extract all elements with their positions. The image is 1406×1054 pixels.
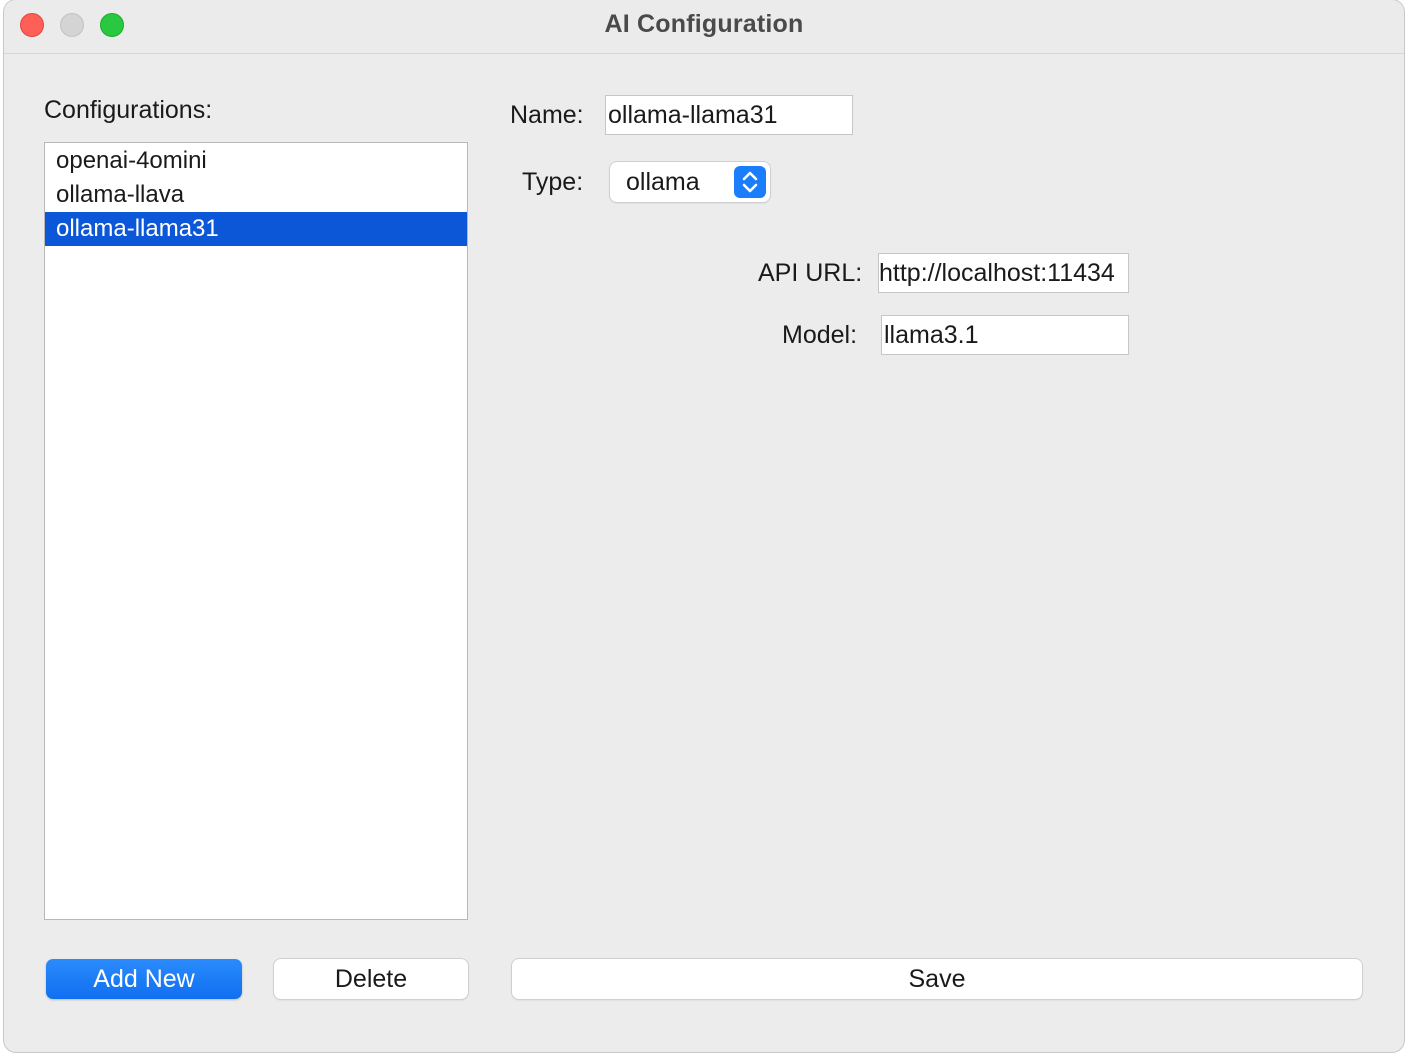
api-url-value: http://localhost:11434 xyxy=(879,259,1115,287)
chevron-up-down-icon xyxy=(734,166,766,198)
delete-button[interactable]: Delete xyxy=(274,959,468,999)
window-title: AI Configuration xyxy=(604,10,804,38)
model-field[interactable]: llama3.1 xyxy=(881,315,1129,355)
ai-configuration-window: AI Configuration Configurations: openai-… xyxy=(4,0,1404,1052)
title-bar: AI Configuration xyxy=(4,0,1404,54)
list-item-openai-4omini[interactable]: openai-4omini xyxy=(45,144,467,178)
list-item-ollama-llama31[interactable]: ollama-llama31 xyxy=(45,212,467,246)
type-label: Type: xyxy=(522,168,584,196)
api-url-field[interactable]: http://localhost:11434 xyxy=(878,253,1129,293)
save-button[interactable]: Save xyxy=(512,959,1362,999)
api-url-label: API URL: xyxy=(758,259,863,287)
type-select[interactable]: ollama xyxy=(610,162,770,202)
list-item-ollama-llava[interactable]: ollama-llava xyxy=(45,178,467,212)
name-label: Name: xyxy=(510,101,584,129)
type-select-value: ollama xyxy=(626,168,700,196)
name-field[interactable]: ollama-llama31 xyxy=(605,95,853,135)
model-label: Model: xyxy=(782,321,858,349)
add-new-button[interactable]: Add New xyxy=(46,959,242,999)
configurations-label: Configurations: xyxy=(44,96,213,124)
configurations-list[interactable]: openai-4omini ollama-llava ollama-llama3… xyxy=(44,142,468,920)
